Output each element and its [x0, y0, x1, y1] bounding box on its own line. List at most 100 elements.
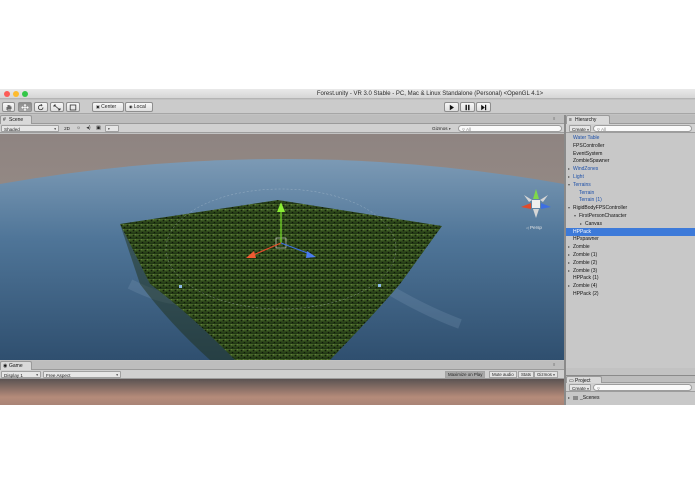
lighting-toggle-icon[interactable]: ☼: [74, 125, 83, 132]
hierarchy-control-bar: Create ▾ ⚲ All: [566, 124, 695, 133]
search-icon: ⚲: [597, 386, 600, 391]
display-value: Display 1: [4, 373, 23, 378]
game-tab-bar: ◉ Game ≡: [0, 361, 564, 370]
persp-icon: ◁: [526, 226, 529, 230]
aspect-dropdown[interactable]: Free Aspect ▾: [43, 371, 121, 378]
persp-label[interactable]: ◁ Persp: [526, 225, 542, 230]
hierarchy-item[interactable]: Water Table: [566, 134, 695, 142]
display-dropdown[interactable]: Display 1 ▾: [1, 371, 41, 378]
hierarchy-item[interactable]: EventSystem: [566, 150, 695, 158]
hierarchy-item[interactable]: HPPack: [566, 227, 695, 236]
space-toggle-button[interactable]: ◉ Local: [125, 102, 153, 112]
hierarchy-item[interactable]: ▸ Zombie (1): [566, 251, 695, 259]
hierarchy-item[interactable]: HPspawner: [566, 235, 695, 243]
hierarchy-item-label: Canvas: [585, 220, 602, 227]
panel-menu-icon[interactable]: ≡: [553, 116, 555, 121]
effects-toggle-icon[interactable]: ▣: [94, 125, 103, 132]
hierarchy-search-placeholder: All: [600, 127, 607, 132]
hierarchy-item[interactable]: ▾ FirstPersonCharacter: [566, 212, 695, 220]
project-create-dropdown[interactable]: Create ▾: [569, 384, 591, 391]
dropdown-arrow-icon: ▾: [54, 127, 56, 131]
window-title: Forest.unity - VR 3.0 Stable - PC, Mac &…: [316, 91, 544, 97]
hierarchy-item[interactable]: ▸ Light: [566, 173, 695, 181]
scene-tab-bar: # Scene ≡: [0, 115, 564, 124]
hierarchy-list: Water Table FPSController EventSystem Zombi…: [566, 133, 695, 368]
hierarchy-item-label: Zombie (3): [573, 267, 598, 274]
title-bar: Forest.unity - VR 3.0 Stable - PC, Mac &…: [0, 89, 695, 99]
hierarchy-item[interactable]: ▾ RigidBodyFPSController: [566, 204, 695, 212]
2d-toggle-button[interactable]: 2D: [62, 125, 72, 132]
hierarchy-item[interactable]: HPPack (1): [566, 274, 695, 282]
pivot-toggle-button[interactable]: ▣ Center: [92, 102, 124, 112]
unity-editor-window: Forest.unity - VR 3.0 Stable - PC, Mac &…: [0, 89, 695, 405]
globe-icon: ◉: [129, 104, 133, 109]
move-tool-button[interactable]: [18, 102, 32, 112]
scene-viewport[interactable]: ◁ Persp: [0, 134, 564, 360]
hierarchy-create-dropdown[interactable]: Create ▾: [569, 125, 591, 132]
hierarchy-item[interactable]: ▸ Zombie (4): [566, 282, 695, 290]
hierarchy-item[interactable]: ▸ WindZones: [566, 165, 695, 173]
gizmos-dropdown[interactable]: Gizmos ▾: [432, 125, 456, 132]
dropdown-arrow-icon: ▾: [587, 128, 589, 132]
audio-toggle-icon[interactable]: ◂): [84, 125, 93, 132]
hierarchy-item-label: HPPack (1): [573, 275, 599, 282]
hierarchy-item[interactable]: Terrain (1): [566, 196, 695, 204]
close-window-button[interactable]: [4, 91, 10, 97]
hierarchy-item[interactable]: Terrain: [566, 189, 695, 197]
project-search-input[interactable]: ⚲: [593, 384, 692, 391]
search-icon: ⚲: [597, 127, 600, 132]
play-button[interactable]: [444, 102, 459, 112]
game-control-bar: Display 1 ▾ Free Aspect ▾ Maximize on Pl…: [0, 370, 564, 379]
hierarchy-item-label: Zombie (1): [573, 252, 598, 258]
hierarchy-create-label: Create: [572, 127, 586, 132]
hierarchy-search-input[interactable]: ⚲ All: [593, 125, 692, 132]
scale-tool-button[interactable]: [50, 102, 64, 112]
hierarchy-item[interactable]: FPSController: [566, 142, 695, 150]
hierarchy-item[interactable]: ▸ Zombie (2): [566, 259, 695, 267]
game-gizmos-dropdown[interactable]: Gizmos ▾: [534, 371, 558, 378]
dropdown-arrow-icon: ▾: [36, 373, 38, 377]
hand-tool-button[interactable]: [2, 102, 15, 112]
play-icon: [449, 104, 454, 111]
move-arrows-icon: [21, 104, 29, 111]
rotate-icon: [38, 104, 44, 111]
hierarchy-item[interactable]: ▾ Terrains: [566, 181, 695, 189]
tab-hierarchy[interactable]: ≡ Hierarchy: [566, 115, 610, 124]
orientation-gizmo-icon: [521, 189, 551, 218]
tab-game-label: Game: [9, 363, 23, 369]
minimize-window-button[interactable]: [13, 91, 19, 97]
stats-toggle[interactable]: Stats: [518, 371, 535, 378]
shading-mode-value: Shaded: [4, 127, 20, 132]
scene-search-input[interactable]: ⚲ All: [458, 125, 562, 132]
game-view[interactable]: [0, 379, 564, 405]
search-icon: ⚲: [462, 127, 465, 132]
pause-icon: [465, 104, 470, 111]
hierarchy-item-label: WindZones: [573, 166, 599, 173]
maximize-on-play-toggle[interactable]: Maximize on Play: [445, 371, 486, 378]
hierarchy-item-label: Zombie: [573, 244, 590, 251]
hierarchy-item[interactable]: ▸ Canvas: [566, 220, 695, 228]
scene-orientation-gizmo[interactable]: [518, 187, 554, 226]
gizmos-label: Gizmos: [432, 126, 448, 131]
scene-control-bar: Shaded ▾ 2D ☼ ◂) ▣ ▾ Gizmos ▾ ⚲ All: [0, 124, 564, 133]
tab-scene[interactable]: # Scene: [0, 115, 32, 124]
hierarchy-item-label: Zombie (2): [573, 259, 598, 266]
rect-tool-button[interactable]: [66, 102, 80, 112]
rotate-tool-button[interactable]: [34, 102, 48, 112]
hierarchy-item[interactable]: ▸ Zombie: [566, 243, 695, 251]
hierarchy-item-label: HPPack (2): [573, 291, 599, 297]
effects-dropdown[interactable]: ▾: [105, 125, 119, 132]
project-item[interactable]: ▸ _Scenes: [566, 394, 695, 402]
hierarchy-item[interactable]: HPPack (2): [566, 290, 695, 298]
step-button[interactable]: [476, 102, 491, 112]
zoom-window-button[interactable]: [22, 91, 28, 97]
shading-mode-dropdown[interactable]: Shaded ▾: [1, 125, 59, 132]
tab-game[interactable]: ◉ Game: [0, 361, 32, 370]
mute-audio-toggle[interactable]: Mute audio: [489, 371, 517, 378]
pause-button[interactable]: [460, 102, 475, 112]
hierarchy-item[interactable]: ▸ Zombie (3): [566, 267, 695, 275]
panel-menu-icon[interactable]: ≡: [553, 362, 555, 367]
hierarchy-item-label: Light: [573, 174, 584, 180]
step-icon: [481, 104, 487, 111]
hierarchy-item[interactable]: ZombieSpawner: [566, 157, 695, 165]
